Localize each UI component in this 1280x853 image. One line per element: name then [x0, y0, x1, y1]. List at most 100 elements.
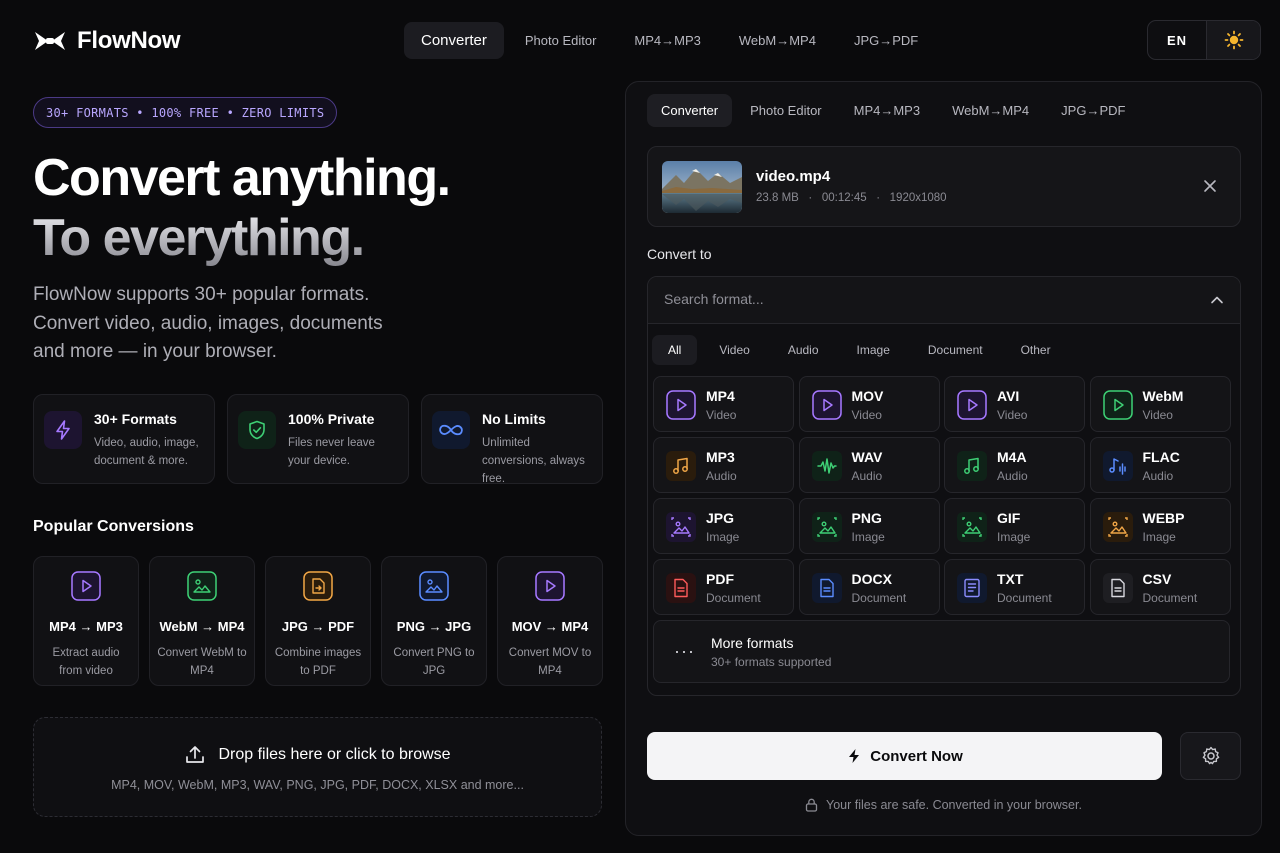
format-docx[interactable]: DOCX Document — [798, 559, 940, 615]
video-play-icon — [811, 390, 842, 420]
feature-text: Video, audio, image, document & more. — [94, 437, 199, 467]
format-name: GIF — [997, 510, 1021, 526]
format-name: CSV — [1142, 571, 1172, 587]
file-thumbnail — [662, 161, 742, 213]
format-name: MP3 — [706, 449, 735, 465]
format-search-input[interactable] — [664, 291, 1144, 307]
format-flac[interactable]: FLAC Audio — [1089, 437, 1231, 493]
format-csv[interactable]: CSV Document — [1089, 559, 1231, 615]
nav-mp4-mp3[interactable]: MP4→MP3 — [617, 22, 717, 59]
format-kind: Image — [851, 530, 885, 544]
nav-photo-editor[interactable]: Photo Editor — [508, 22, 614, 59]
format-m4a[interactable]: M4A Audio — [944, 437, 1085, 493]
category-audio[interactable]: Audio — [772, 335, 835, 365]
file-resolution: 1920x1080 — [889, 192, 947, 204]
play-icon — [535, 571, 565, 601]
format-kind: Image — [706, 530, 740, 544]
format-png[interactable]: PNG Image — [798, 498, 940, 554]
settings-button[interactable] — [1180, 732, 1241, 780]
format-name: WEBP — [1142, 510, 1185, 526]
chevron-up-icon[interactable] — [1210, 295, 1224, 305]
video-play-icon — [666, 390, 696, 420]
tab-photo-editor[interactable]: Photo Editor — [736, 94, 836, 127]
file-name: video.mp4 — [756, 168, 831, 185]
popular-jpg-pdf[interactable]: JPG → PDF Combine images to PDF — [265, 556, 371, 686]
category-all[interactable]: All — [652, 335, 698, 365]
category-video[interactable]: Video — [703, 335, 765, 365]
popular-mov-mp4[interactable]: MOV → MP4 Convert MOV to MP4 — [497, 556, 603, 686]
feature-formats: 30+ Formats Video, audio, image, documen… — [33, 394, 215, 484]
popular-conversions: MP4 → MP3 Extract audio from video WebM … — [33, 556, 603, 686]
text-document-icon — [957, 573, 987, 603]
format-kind: Audio — [1142, 469, 1174, 483]
format-kind: Image — [997, 530, 1031, 544]
tab-jpg-pdf[interactable]: JPG→PDF — [1047, 94, 1139, 127]
file-convert-icon — [303, 571, 333, 601]
image-icon — [1102, 512, 1133, 542]
popular-webm-mp4[interactable]: WebM → MP4 Convert WebM to MP4 — [149, 556, 255, 686]
format-categories: All Video Audio Image Document Other — [652, 335, 1067, 365]
convert-now-button[interactable]: Convert Now — [647, 732, 1162, 780]
nav-converter[interactable]: Converter — [404, 22, 504, 59]
gear-icon — [1202, 746, 1219, 765]
format-pdf[interactable]: PDF Document — [653, 559, 794, 615]
bowtie-logo-icon — [35, 32, 65, 50]
format-mov[interactable]: MOV Video — [798, 376, 940, 432]
category-other[interactable]: Other — [1005, 335, 1067, 365]
format-wav[interactable]: WAV Audio — [798, 437, 940, 493]
converter-panel: Converter Photo Editor MP4→MP3 WebM→MP4 … — [625, 81, 1262, 836]
tab-mp4-mp3[interactable]: MP4→MP3 — [840, 94, 934, 127]
lightning-icon — [44, 411, 82, 449]
format-kind: Document — [851, 591, 907, 605]
meta-separator: · — [802, 192, 819, 204]
format-gif[interactable]: GIF Image — [944, 498, 1085, 554]
file-meta: 23.8 MB · 00:12:45 · 1920x1080 — [756, 192, 947, 204]
format-name: FLAC — [1142, 449, 1180, 465]
upload-icon — [186, 746, 205, 763]
convert-to-label: Convert to — [647, 246, 712, 262]
format-webm[interactable]: WebM Video — [1089, 376, 1231, 432]
popular-conversions-title: Popular Conversions — [33, 518, 194, 535]
tab-converter[interactable]: Converter — [647, 94, 733, 127]
format-jpg[interactable]: JPG Image — [653, 498, 794, 554]
feature-text: Unlimited conversions, always free. — [482, 437, 585, 485]
format-mp3[interactable]: MP3 Audio — [653, 437, 794, 493]
image-icon — [957, 512, 987, 542]
format-webp[interactable]: WEBP Image — [1089, 498, 1231, 554]
format-name: PDF — [706, 571, 734, 587]
format-mp4[interactable]: MP4 Video — [653, 376, 794, 432]
feature-cards: 30+ Formats Video, audio, image, documen… — [33, 394, 603, 485]
music-note-icon — [957, 451, 987, 481]
popular-mp4-mp3[interactable]: MP4 → MP3 Extract audio from video — [33, 556, 139, 686]
theme-toggle[interactable] — [1206, 21, 1260, 59]
brand-logo[interactable]: FlowNow — [33, 27, 181, 55]
more-formats[interactable]: ··· More formats 30+ formats supported — [653, 620, 1230, 683]
format-name: PNG — [851, 510, 882, 526]
category-image[interactable]: Image — [841, 335, 906, 365]
image-icon — [187, 571, 217, 601]
format-name: JPG — [706, 510, 735, 526]
hero-title-line1: Convert anything. — [33, 149, 451, 207]
tab-webm-mp4[interactable]: WebM→MP4 — [938, 94, 1043, 127]
nav-jpg-pdf[interactable]: JPG→PDF — [837, 22, 935, 59]
format-avi[interactable]: AVI Video — [944, 376, 1085, 432]
format-txt[interactable]: TXT Document — [944, 559, 1085, 615]
image-icon — [419, 571, 449, 601]
popular-text: Extract audio from video — [52, 647, 120, 677]
document-icon — [666, 573, 696, 603]
popular-title: MOV → MP4 — [511, 619, 589, 634]
file-dropzone[interactable]: Drop files here or click to browse MP4, … — [33, 717, 602, 817]
brand-name: FlowNow — [77, 27, 181, 54]
meta-separator: · — [869, 192, 887, 204]
nav-webm-mp4[interactable]: WebM→MP4 — [722, 22, 833, 59]
feature-private: 100% Private Files never leave your devi… — [227, 394, 409, 484]
hero-description: FlowNow supports 30+ popular formats. Co… — [33, 284, 383, 362]
language-toggle[interactable]: EN — [1148, 21, 1206, 59]
popular-png-jpg[interactable]: PNG → JPG Convert PNG to JPG — [381, 556, 487, 686]
category-document[interactable]: Document — [912, 335, 999, 365]
format-name: WAV — [851, 449, 883, 465]
feature-title: No Limits — [482, 411, 546, 427]
video-play-icon — [1102, 390, 1133, 420]
video-play-icon — [957, 390, 987, 420]
remove-file-button[interactable] — [1202, 178, 1218, 199]
